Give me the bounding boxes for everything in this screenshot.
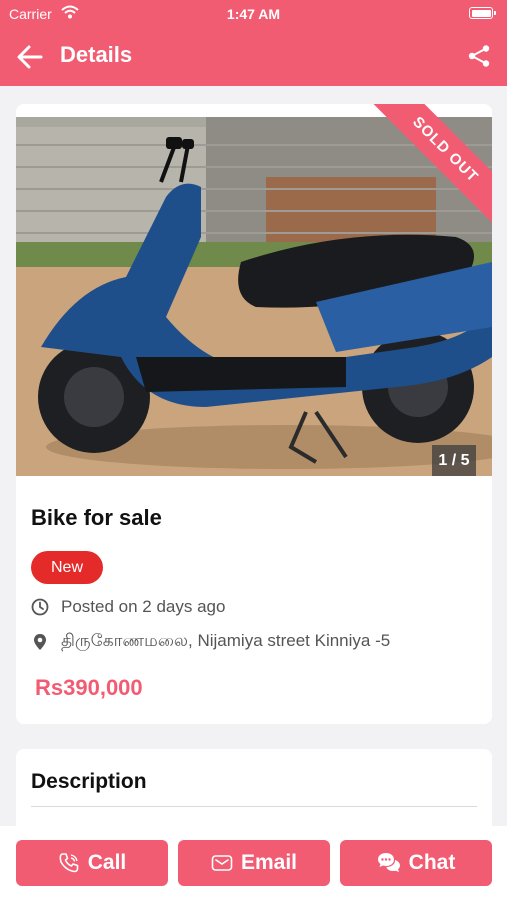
navigation-bar: Details	[0, 28, 507, 86]
status-bar: Carrier 1:47 AM	[0, 0, 507, 28]
mail-icon	[211, 855, 233, 871]
price: Rs390,000	[35, 675, 143, 700]
email-label: Email	[240, 851, 298, 874]
back-arrow-icon[interactable]	[16, 44, 44, 70]
chat-button[interactable]: Chat	[340, 840, 492, 886]
divider	[31, 806, 477, 807]
location-pin-icon	[34, 634, 46, 650]
condition-badge: New	[31, 551, 103, 584]
location-row: திருகோணமலை, Nijamiya street Kinniya -5	[31, 631, 390, 653]
battery-icon	[469, 7, 496, 19]
listing-card: 1 / 5 SOLD OUT Bike for sale New Posted …	[16, 104, 492, 724]
call-label: Call	[87, 851, 127, 874]
image-counter: 1 / 5	[432, 445, 476, 476]
listing-title: Bike for sale	[31, 505, 162, 530]
status-time: 1:47 AM	[226, 6, 281, 22]
phone-icon	[59, 853, 79, 873]
share-icon[interactable]	[467, 44, 491, 68]
action-bar: Call Email Chat	[0, 826, 507, 900]
email-button[interactable]: Email	[178, 840, 330, 886]
location-text: திருகோணமலை, Nijamiya street Kinniya -5	[61, 631, 391, 650]
chat-label: Chat	[408, 851, 456, 874]
sold-out-ribbon: SOLD OUT	[352, 104, 492, 244]
call-button[interactable]: Call	[16, 840, 168, 886]
sold-out-label: SOLD OUT	[365, 104, 492, 230]
page-title: Details	[60, 42, 133, 67]
posted-row: Posted on 2 days ago	[31, 597, 225, 617]
chat-bubbles-icon	[377, 853, 400, 872]
clock-icon	[31, 598, 49, 616]
description-heading: Description	[31, 770, 147, 793]
posted-text: Posted on 2 days ago	[61, 597, 226, 616]
